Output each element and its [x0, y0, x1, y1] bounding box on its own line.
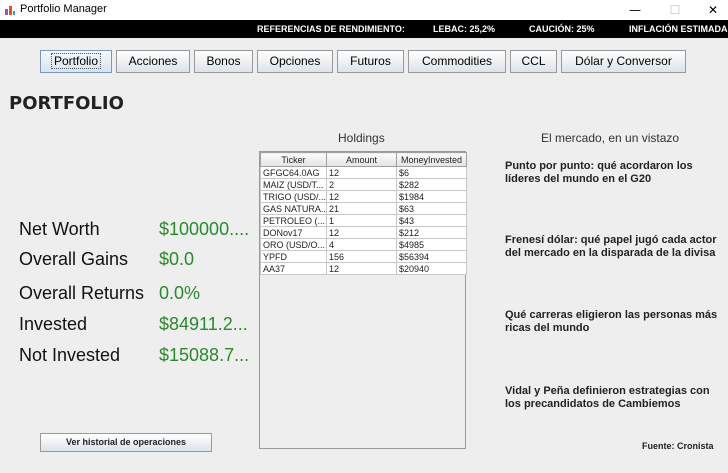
table-row[interactable]: TRIGO (USD/... 12 $1984: [260, 190, 467, 203]
table-row[interactable]: ORO (USD/O... 4 $4985: [260, 238, 467, 251]
tab-opciones[interactable]: Opciones: [257, 50, 333, 73]
close-button[interactable]: ✕: [698, 0, 728, 20]
ticker-cell: YPFD: [260, 250, 327, 263]
money-invested-cell: $56394: [396, 250, 467, 263]
ticker-cell: TRIGO (USD/...: [260, 190, 327, 203]
main-panel: Portfolio Acciones Bonos Opciones Futuro…: [0, 38, 728, 473]
column-header-amount[interactable]: Amount: [326, 152, 397, 167]
ticker-cell: AA37: [260, 262, 327, 275]
not-invested-label: Not Invested: [19, 345, 121, 365]
page-title: PORTFOLIO: [9, 93, 124, 114]
amount-cell: 2: [326, 178, 397, 191]
money-invested-cell: $20940: [396, 262, 467, 275]
title-bar: Portfolio Manager — ☐ ✕: [0, 0, 728, 20]
tab-ccl[interactable]: CCL: [510, 50, 557, 73]
money-invested-cell: $1984: [396, 190, 467, 203]
news-link-g20[interactable]: Punto por punto: qué acordaron los líder…: [505, 160, 725, 186]
holdings-table-body: GFGC64.0AG 12 $6 MAIZ (USD/T... 2 $282 TRIGO (…: [260, 166, 467, 275]
amount-cell: 4: [326, 238, 397, 251]
maximize-button[interactable]: ☐: [660, 0, 690, 20]
rates-ticker: REFERENCIAS DE RENDIMIENTO: LEBAC: 25,2%…: [0, 20, 728, 38]
tab-futuros[interactable]: Futuros: [337, 50, 404, 73]
market-title: El mercado, en un vistazo: [541, 131, 680, 145]
column-header-money-invested[interactable]: MoneyInvested: [396, 152, 467, 167]
news-link-dolar[interactable]: Frenesí dólar: qué papel jugó cada actor…: [505, 234, 725, 260]
money-invested-cell: $4985: [396, 238, 467, 251]
ticker-item-inflacion: INFLACIÓN ESTIMADA: 2: [629, 24, 728, 34]
money-invested-cell: $63: [396, 202, 467, 215]
ticker-cell: GAS NATURA...: [260, 202, 327, 215]
ticker-cell: GFGC64.0AG: [260, 166, 327, 179]
tab-acciones[interactable]: Acciones: [116, 50, 190, 73]
overall-gains-label: Overall Gains: [19, 249, 129, 269]
tab-portfolio[interactable]: Portfolio: [40, 50, 112, 73]
table-row[interactable]: DONov17 12 $212: [260, 226, 467, 239]
overall-gains-value: $0.0: [159, 249, 195, 269]
overall-returns-label: Overall Returns: [19, 283, 145, 303]
amount-cell: 1: [326, 214, 397, 227]
news-link-cambiemos[interactable]: Vidal y Peña definieron estrategias con …: [505, 385, 725, 411]
money-invested-cell: $282: [396, 178, 467, 191]
net-worth-value: $100000....: [159, 219, 250, 239]
holdings-title: Holdings: [338, 131, 385, 145]
ticker-item-lebac: LEBAC: 25,2%: [433, 24, 496, 34]
tab-commodities[interactable]: Commodities: [408, 50, 506, 73]
table-row[interactable]: AA37 12 $20940: [260, 262, 467, 275]
minimize-button[interactable]: —: [620, 0, 650, 20]
table-row[interactable]: YPFD 156 $56394: [260, 250, 467, 263]
column-header-ticker[interactable]: Ticker: [260, 152, 327, 167]
amount-cell: 12: [326, 262, 397, 275]
tab-dolar-conversor[interactable]: Dólar y Conversor: [561, 50, 686, 73]
tab-label: Portfolio: [50, 53, 102, 69]
amount-cell: 12: [326, 166, 397, 179]
tab-bonos[interactable]: Bonos: [194, 50, 253, 73]
money-invested-cell: $212: [396, 226, 467, 239]
ticker-label: REFERENCIAS DE RENDIMIENTO:: [257, 24, 405, 34]
table-row[interactable]: MAIZ (USD/T... 2 $282: [260, 178, 467, 191]
ticker-item-caucion: CAUCIÓN: 25%: [529, 24, 595, 34]
money-invested-cell: $6: [396, 166, 467, 179]
ticker-cell: PETROLEO (...: [260, 214, 327, 227]
invested-label: Invested: [19, 314, 88, 334]
table-row[interactable]: GAS NATURA... 21 $63: [260, 202, 467, 215]
amount-cell: 12: [326, 190, 397, 203]
holdings-table[interactable]: Ticker Amount MoneyInvested GFGC64.0AG 12…: [259, 151, 467, 449]
not-invested-value: $15088.7...: [159, 345, 250, 365]
table-row[interactable]: GFGC64.0AG 12 $6: [260, 166, 467, 179]
money-invested-cell: $43: [396, 214, 467, 227]
amount-cell: 21: [326, 202, 397, 215]
app-chart-icon: [4, 4, 16, 16]
news-source: Fuente: Cronista: [642, 441, 714, 451]
window-title: Portfolio Manager: [20, 3, 107, 15]
ticker-cell: DONov17: [260, 226, 327, 239]
table-row[interactable]: PETROLEO (... 1 $43: [260, 214, 467, 227]
overall-returns-value: 0.0%: [159, 283, 201, 303]
invested-value: $84911.2...: [159, 314, 248, 334]
amount-cell: 12: [326, 226, 397, 239]
ticker-cell: MAIZ (USD/T...: [260, 178, 327, 191]
amount-cell: 156: [326, 250, 397, 263]
net-worth-label: Net Worth: [19, 219, 100, 239]
history-button[interactable]: Ver historial de operaciones: [40, 433, 212, 452]
news-link-carreras[interactable]: Qué carreras eligieron las personas más …: [505, 309, 725, 335]
ticker-cell: ORO (USD/O...: [260, 238, 327, 251]
